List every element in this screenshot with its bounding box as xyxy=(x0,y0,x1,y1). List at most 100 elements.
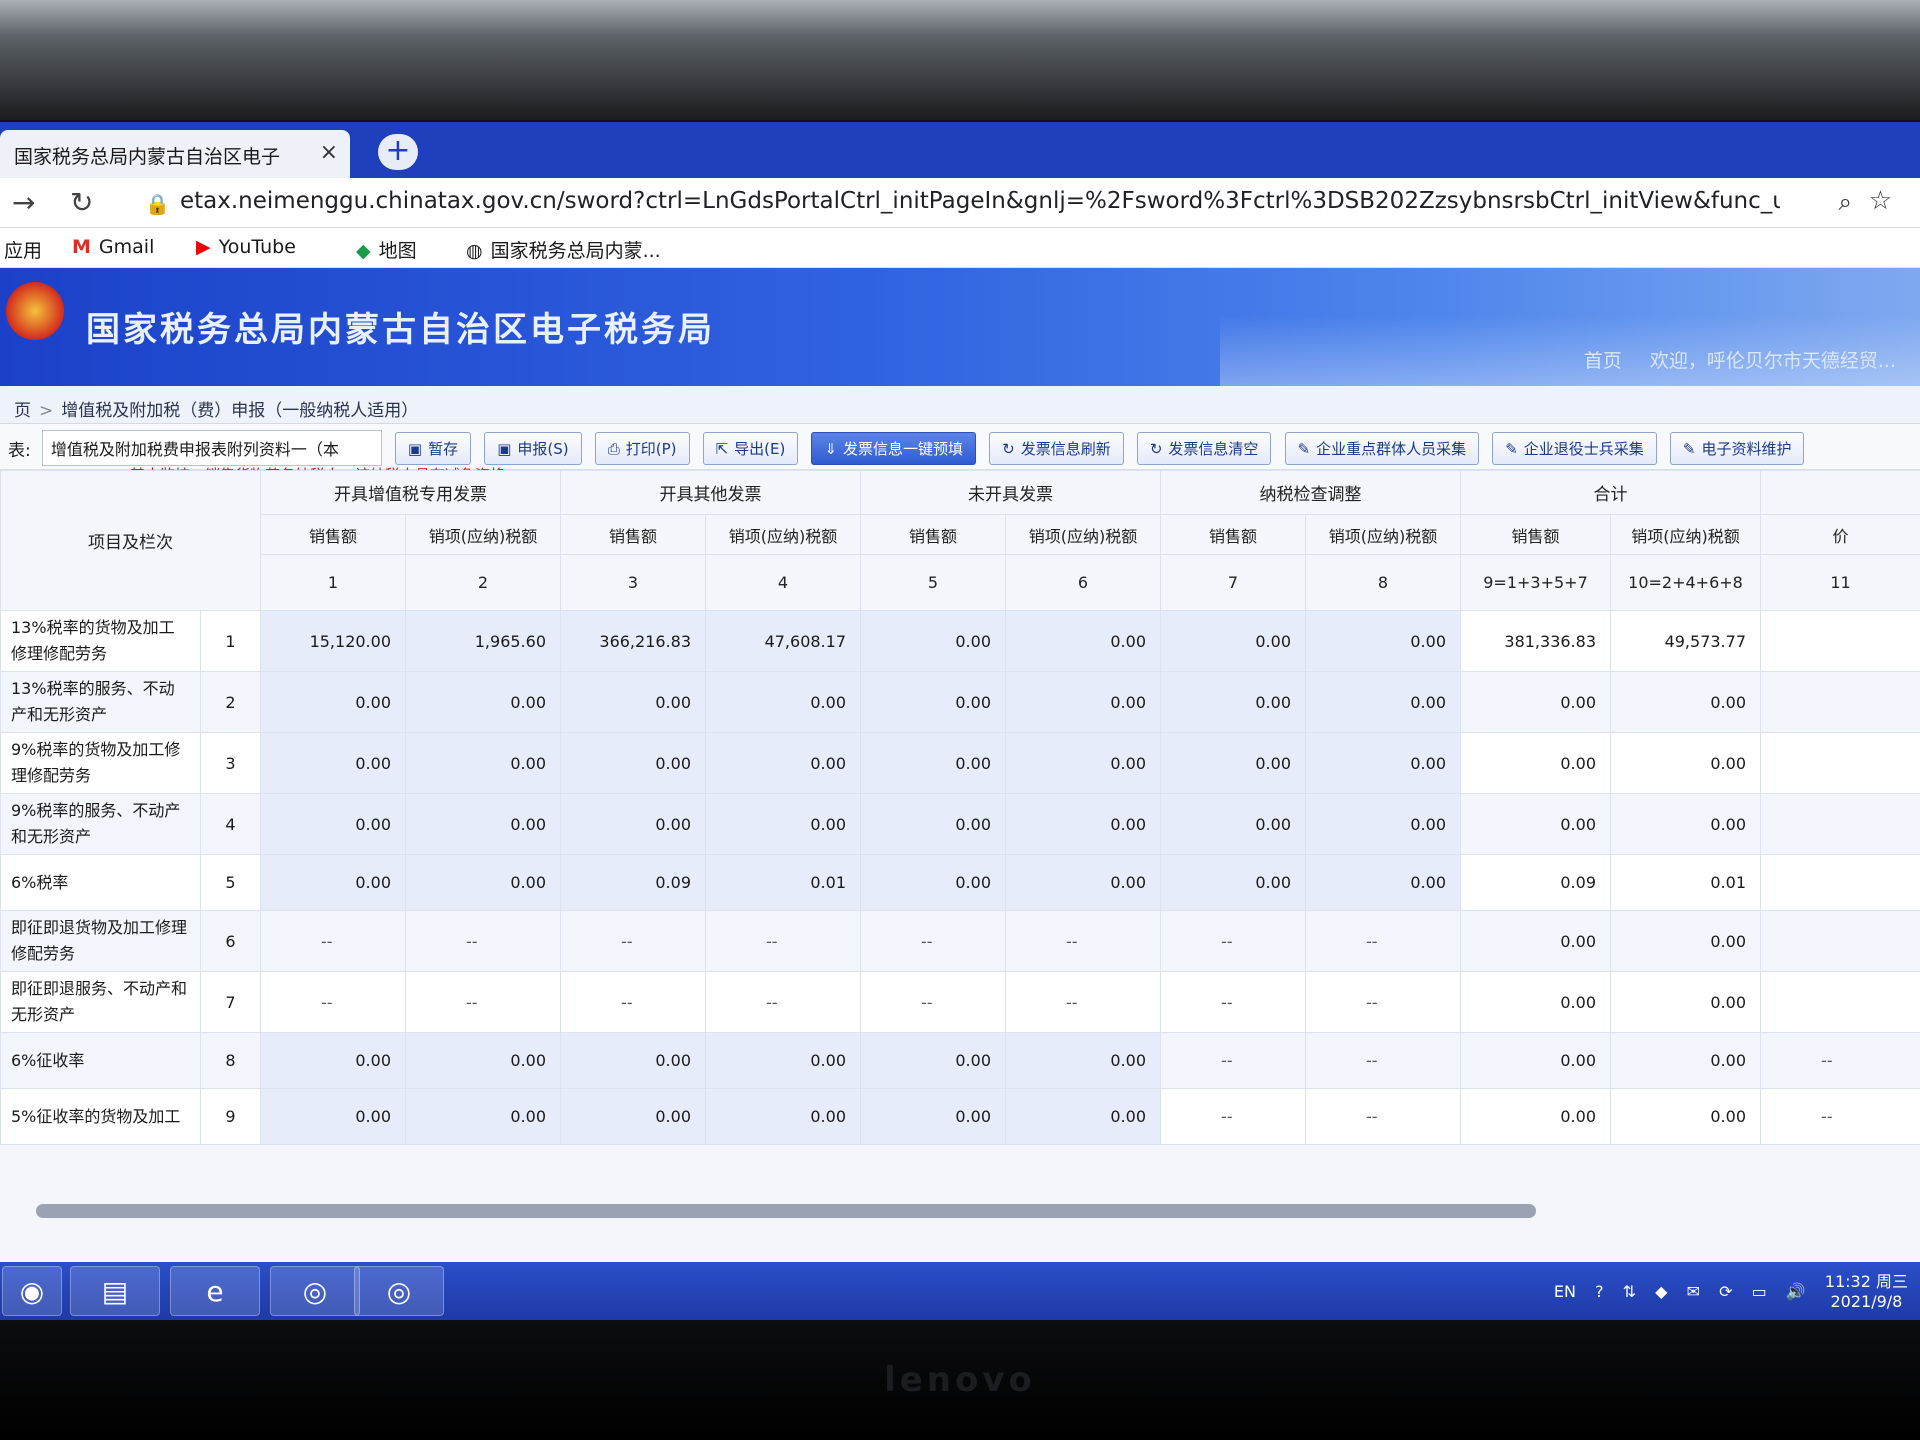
table-cell[interactable]: 0.00 xyxy=(1005,1088,1161,1145)
table-cell[interactable]: 0.00 xyxy=(1160,671,1306,733)
table-cell[interactable]: 0.00 xyxy=(405,1088,561,1145)
home-link[interactable]: 首页 xyxy=(1584,350,1622,372)
antivirus-icon[interactable]: ◆ xyxy=(1655,1282,1667,1301)
table-cell[interactable]: 15,120.00 xyxy=(260,610,406,672)
invoice-refresh-button[interactable]: ↻ 发票信息刷新 xyxy=(989,431,1124,465)
table-cell[interactable]: 0.00 xyxy=(1305,671,1461,733)
table-cell[interactable]: 0.00 xyxy=(1160,610,1306,672)
table-cell[interactable]: 0.00 xyxy=(405,1032,561,1089)
zoom-icon[interactable]: ⌕ xyxy=(1839,188,1852,216)
bookmark-apps[interactable]: 应用 xyxy=(4,236,42,263)
table-cell[interactable]: 0.00 xyxy=(860,1088,1006,1145)
table-cell[interactable]: 0.00 xyxy=(1005,671,1161,733)
group-header: 纳税检查调整 xyxy=(1160,470,1461,515)
close-tab-icon[interactable]: × xyxy=(320,140,338,165)
bookmark-youtube[interactable]: ▶ YouTube xyxy=(196,236,296,258)
table-cell[interactable]: 0.01 xyxy=(705,854,861,911)
table-cell[interactable]: 0.00 xyxy=(560,1088,706,1145)
invoice-prefill-button[interactable]: ⇓ 发票信息一键预填 xyxy=(811,431,977,465)
table-cell[interactable]: 0.00 xyxy=(860,793,1006,855)
table-cell[interactable]: 0.00 xyxy=(1005,793,1161,855)
table-cell[interactable]: 0.00 xyxy=(260,1088,406,1145)
print-button[interactable]: ⎙ 打印(P) xyxy=(594,431,690,465)
table-cell[interactable]: 0.00 xyxy=(705,1032,861,1089)
group-header-extra xyxy=(1760,470,1920,515)
export-button[interactable]: ⇱ 导出(E) xyxy=(702,431,799,465)
table-cell[interactable]: 366,216.83 xyxy=(560,610,706,672)
table-cell[interactable]: 0.00 xyxy=(860,610,1006,672)
table-cell[interactable]: 0.00 xyxy=(560,671,706,733)
table-cell[interactable]: 0.00 xyxy=(560,732,706,794)
table-cell[interactable]: 0.00 xyxy=(1005,610,1161,672)
table-cell xyxy=(1760,910,1920,972)
key-group-collect-button[interactable]: ✎ 企业重点群体人员采集 xyxy=(1284,431,1480,465)
browser-app-icon[interactable]: ◎ xyxy=(270,1266,360,1316)
table-cell[interactable]: 0.00 xyxy=(405,671,561,733)
table-cell[interactable]: 0.00 xyxy=(705,671,861,733)
table-cell[interactable]: 0.00 xyxy=(1005,854,1161,911)
table-cell[interactable]: 0.00 xyxy=(705,1088,861,1145)
table-cell[interactable]: 0.00 xyxy=(1305,610,1461,672)
table-cell[interactable]: 0.00 xyxy=(1160,854,1306,911)
table-cell[interactable]: 0.00 xyxy=(405,793,561,855)
bookmark-star-icon[interactable]: ☆ xyxy=(1869,186,1892,216)
table-cell[interactable]: 0.00 xyxy=(1305,732,1461,794)
start-button[interactable]: ◉ xyxy=(2,1266,62,1316)
browser-tab[interactable]: 国家税务总局内蒙古自治区电子 × xyxy=(0,130,350,178)
table-cell[interactable]: 0.00 xyxy=(260,854,406,911)
table-cell[interactable]: 0.00 xyxy=(260,793,406,855)
reload-icon[interactable]: ↻ xyxy=(70,186,93,219)
url-field[interactable]: etax.neimenggu.chinatax.gov.cn/sword?ctr… xyxy=(180,188,1780,214)
table-cell[interactable]: 0.00 xyxy=(860,671,1006,733)
table-cell[interactable]: 0.00 xyxy=(560,793,706,855)
volume-icon[interactable]: 🔊 xyxy=(1786,1282,1806,1301)
table-cell[interactable]: 0.00 xyxy=(1005,1032,1161,1089)
bookmark-tax-site[interactable]: ◍ 国家税务总局内蒙... xyxy=(466,236,661,263)
table-cell[interactable]: 0.00 xyxy=(260,1032,406,1089)
forward-icon[interactable]: → xyxy=(12,186,35,219)
table-cell[interactable]: 0.00 xyxy=(1305,793,1461,855)
monitor-icon[interactable]: ▭ xyxy=(1752,1282,1767,1301)
horizontal-scrollbar[interactable] xyxy=(36,1204,1536,1218)
table-cell[interactable]: 0.00 xyxy=(260,671,406,733)
save-draft-button[interactable]: ▣ 暂存 xyxy=(394,431,472,465)
chrome-icon[interactable]: ◎ xyxy=(354,1266,444,1316)
file-explorer-icon[interactable]: ▤ xyxy=(70,1266,160,1316)
table-cell[interactable]: 0.00 xyxy=(1160,732,1306,794)
ie-browser-icon[interactable]: e xyxy=(170,1266,260,1316)
language-indicator[interactable]: EN xyxy=(1554,1282,1576,1301)
network-icon[interactable]: ⇅ xyxy=(1623,1282,1636,1301)
table-cell[interactable]: 1,965.60 xyxy=(405,610,561,672)
table-cell[interactable]: 0.00 xyxy=(1160,793,1306,855)
table-cell[interactable]: 0.00 xyxy=(860,1032,1006,1089)
table-cell[interactable]: 0.00 xyxy=(405,732,561,794)
breadcrumb-home[interactable]: 页 xyxy=(14,401,31,421)
table-cell[interactable]: 0.00 xyxy=(860,732,1006,794)
table-cell[interactable]: 0.00 xyxy=(405,854,561,911)
bookmark-maps[interactable]: ◆ 地图 xyxy=(356,236,417,263)
submit-button[interactable]: ▣ 申报(S) xyxy=(484,431,582,465)
row-line-number: 6 xyxy=(200,910,261,972)
table-cell[interactable]: 0.00 xyxy=(260,732,406,794)
table-cell[interactable]: 0.00 xyxy=(1305,854,1461,911)
table-cell: -- xyxy=(1760,1032,1920,1089)
table-cell[interactable]: 0.00 xyxy=(560,1032,706,1089)
table-cell[interactable]: 0.00 xyxy=(705,732,861,794)
table-cell[interactable]: 47,608.17 xyxy=(705,610,861,672)
invoice-clear-button[interactable]: ↻ 发票信息清空 xyxy=(1136,431,1272,465)
veteran-collect-button[interactable]: ✎ 企业退役士兵采集 xyxy=(1492,431,1657,465)
help-icon[interactable]: ? xyxy=(1595,1282,1604,1301)
table-cell[interactable]: 0.00 xyxy=(1005,732,1161,794)
e-material-button[interactable]: ✎ 电子资料维护 xyxy=(1669,431,1805,465)
table-cell[interactable]: 0.09 xyxy=(560,854,706,911)
table-cell[interactable]: 0.00 xyxy=(705,793,861,855)
welcome-user: 欢迎，呼伦贝尔市天德经贸... xyxy=(1649,350,1896,372)
form-select[interactable]: 增值税及附加税费申报表附列资料一（本 xyxy=(41,430,382,466)
clock[interactable]: 11:32 周三 2021/9/8 xyxy=(1825,1272,1908,1312)
bookmark-gmail[interactable]: M Gmail xyxy=(72,236,154,258)
lock-icon[interactable]: 🔒 xyxy=(145,192,170,216)
new-tab-button[interactable]: + xyxy=(378,134,418,170)
mail-icon[interactable]: ✉ xyxy=(1687,1282,1700,1301)
sync-icon[interactable]: ⟳ xyxy=(1719,1282,1732,1301)
table-cell[interactable]: 0.00 xyxy=(860,854,1006,911)
